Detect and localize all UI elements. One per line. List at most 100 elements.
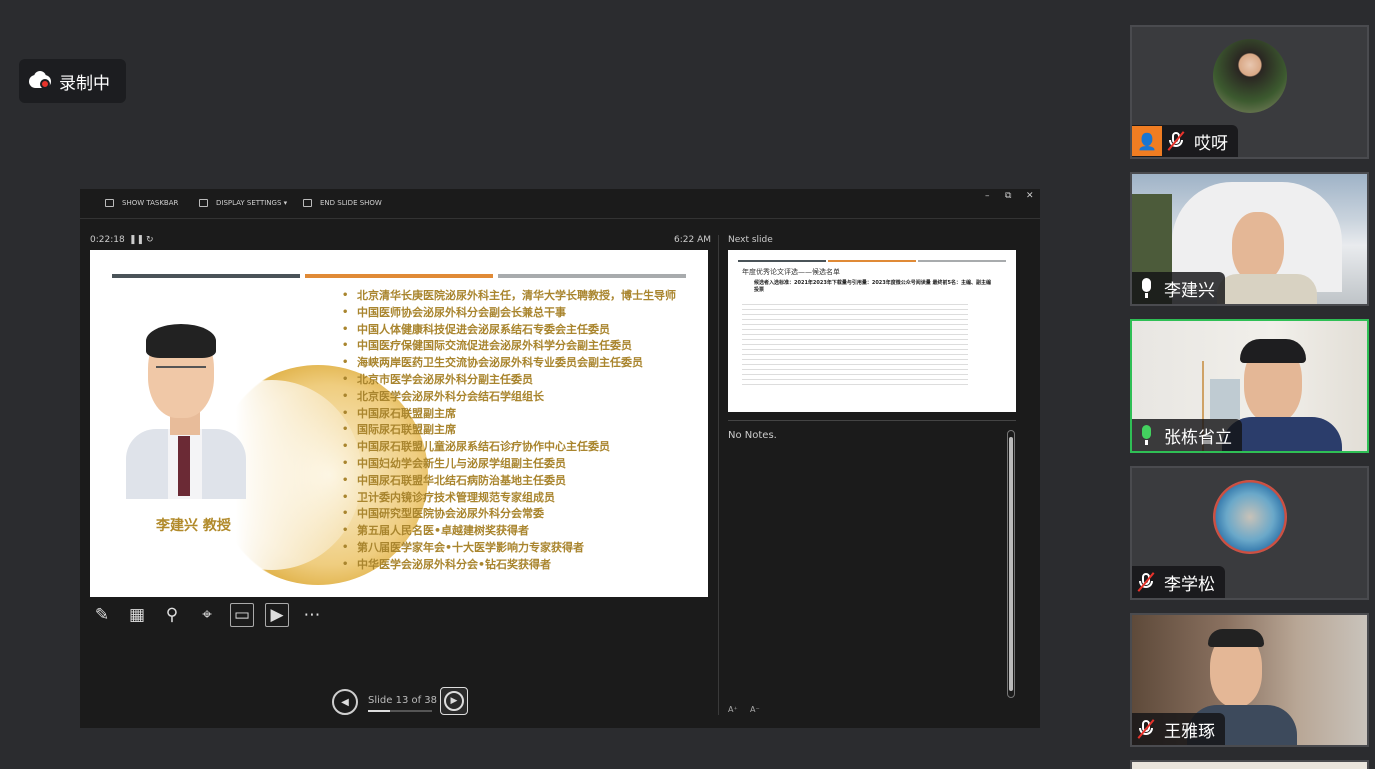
more-options-icon[interactable]: ⋯ [300,603,324,627]
slide-bar-dark [112,274,300,278]
laser-pointer-icon[interactable]: ⌖ [195,603,219,627]
notes-divider[interactable] [728,420,1016,421]
participant-avatar [1212,480,1287,554]
credential-item: 中国尿石联盟儿童泌尿系结石诊疗协作中心主任委员 [342,439,702,456]
participant-name: 李建兴 [1164,280,1215,301]
background-picture [1210,379,1240,419]
participant-name: 哎呀 [1194,133,1228,154]
increase-font-button[interactable]: A⁺ [728,705,738,714]
participant-name-tag: 王雅琢 [1132,713,1225,745]
participant-tile[interactable]: 👤 哎呀 [1130,25,1369,159]
current-time: 6:22 AM [674,235,711,245]
credential-item: 国际尿石联盟副主席 [342,422,702,439]
elapsed-timer: 0:22:18 [90,235,125,245]
participant-name-tag: 👤 哎呀 [1132,125,1238,157]
credential-item: 中华医学会泌尿外科分会•钻石奖获得者 [342,557,702,574]
participant-name-tag: 李建兴 [1132,272,1225,304]
restore-button[interactable]: ⧉ [1005,191,1011,201]
display-icon [199,199,208,207]
mic-muted-icon [1136,571,1156,593]
participant-shirt [1217,274,1317,304]
speaker-credentials: 北京清华长庚医院泌尿外科主任，清华大学长聘教授，博士生导师 中国医师协会泌尿外科… [342,288,702,574]
slide-progress [368,710,432,712]
participant-avatar [1212,39,1287,113]
credential-item: 中国研究型医院协会泌尿外科分会常委 [342,506,702,523]
presenter-toolbar: SHOW TASKBAR DISPLAY SETTINGS ▾ END SLID… [80,189,1040,219]
mic-muted-icon [1166,130,1186,152]
display-settings-label: DISPLAY SETTINGS ▾ [216,199,288,207]
preview-title: 年度优秀论文评选——候选名单 [742,268,840,276]
pane-divider[interactable] [718,235,719,715]
slide-bar-orange [305,274,493,278]
recording-label: 录制中 [59,73,110,94]
subtitles-icon[interactable]: ▭ [230,603,254,627]
credential-item: 中国医疗保健国际交流促进会泌尿外科学分会副主任委员 [342,338,702,355]
slide-counter[interactable]: Slide 13 of 38 [368,695,437,706]
next-slide-preview[interactable]: 年度优秀论文评选——候选名单 候选者入选标准：2021年2023年下载量与引用量… [728,250,1016,412]
credential-item: 中国人体健康科技促进会泌尿系结石专委会主任委员 [342,322,702,339]
preview-bar-grey [918,260,1006,262]
show-taskbar-button[interactable]: SHOW TASKBAR [105,199,178,207]
credential-item: 中国尿石联盟副主席 [342,406,702,423]
credential-item: 海峡两岸医药卫生交流协会泌尿外科专业委员会副主任委员 [342,355,702,372]
minimize-button[interactable]: – [985,191,990,201]
previous-slide-button[interactable]: ◀ [332,689,358,715]
slide-bar-grey [498,274,686,278]
next-slide-label: Next slide [728,235,773,245]
preview-subtitle: 候选者入选标准：2021年2023年下载量与引用量：2023年度微公众号阅读量 … [754,280,991,293]
presenter-tools: ✎ ▦ ⚲ ⌖ ▭ ▶ ⋯ [90,603,335,627]
speaker-portrait [126,324,246,499]
participant-video [1132,762,1367,769]
next-slide-button[interactable]: ▶ [440,687,468,715]
participant-name: 张栋省立 [1164,427,1232,448]
speaker-name: 李建兴 教授 [156,518,231,534]
notes-scrollbar[interactable] [1007,430,1015,698]
mic-speaking-icon [1136,424,1156,446]
credential-item: 中国妇幼学会新生儿与泌尿学组副主任委员 [342,456,702,473]
restart-timer-icon[interactable]: ↻ [146,235,154,245]
participant-tile-partial[interactable] [1130,760,1369,769]
taskbar-icon [105,199,114,207]
recording-badge[interactable]: 录制中 [19,59,126,103]
credential-item: 中国医师协会泌尿外科分会副会长兼总干事 [342,305,702,322]
participant-tile-active-speaker[interactable]: 张栋省立 [1130,319,1369,453]
preview-bar-dark [738,260,826,262]
pause-timer-icon[interactable]: ❚❚ [129,235,144,245]
participant-tile[interactable]: 李建兴 [1130,172,1369,306]
participant-hair [1208,629,1264,647]
presenter-view: SHOW TASKBAR DISPLAY SETTINGS ▾ END SLID… [80,189,1040,728]
end-slide-show-label: END SLIDE SHOW [320,199,382,207]
credential-item: 北京清华长庚医院泌尿外科主任，清华大学长聘教授，博士生导师 [342,288,702,305]
end-show-icon [303,199,312,207]
current-slide[interactable]: 李建兴 教授 北京清华长庚医院泌尿外科主任，清华大学长聘教授，博士生导师 中国医… [90,250,708,597]
participant-tile[interactable]: 王雅琢 [1130,613,1369,747]
next-arrow-icon: ▶ [444,691,464,711]
close-button[interactable]: ✕ [1026,191,1034,201]
credential-item: 卫计委内镜诊疗技术管理规范专家组成员 [342,490,702,507]
participant-name: 李学松 [1164,574,1215,595]
participant-name: 王雅琢 [1164,721,1215,742]
participant-face [1232,212,1284,282]
display-settings-button[interactable]: DISPLAY SETTINGS ▾ [199,199,287,207]
zoom-icon[interactable]: ⚲ [160,603,184,627]
preview-bar-orange [828,260,916,262]
pen-icon[interactable]: ✎ [90,603,114,627]
show-taskbar-label: SHOW TASKBAR [122,199,179,207]
mic-muted-icon [1136,718,1156,740]
participant-tile[interactable]: 李学松 [1130,466,1369,600]
credential-item: 北京市医学会泌尿外科分副主任委员 [342,372,702,389]
decrease-font-button[interactable]: A⁻ [750,705,760,714]
camera-icon[interactable]: ▶ [265,603,289,627]
speaker-notes[interactable]: No Notes. [728,430,777,441]
recording-cloud-icon [29,70,51,92]
participant-hair [1240,339,1306,363]
host-icon: 👤 [1132,126,1162,156]
participant-name-tag: 张栋省立 [1132,419,1242,451]
credential-item: 第八届医学家年会•十大医学影响力专家获得者 [342,540,702,557]
credential-item: 北京医学会泌尿外科分会结石学组组长 [342,389,702,406]
end-slide-show-button[interactable]: END SLIDE SHOW [303,199,382,207]
slides-grid-icon[interactable]: ▦ [125,603,149,627]
participant-name-tag: 李学松 [1132,566,1225,598]
mic-on-icon [1136,277,1156,299]
credential-item: 中国尿石联盟华北结石病防治基地主任委员 [342,473,702,490]
